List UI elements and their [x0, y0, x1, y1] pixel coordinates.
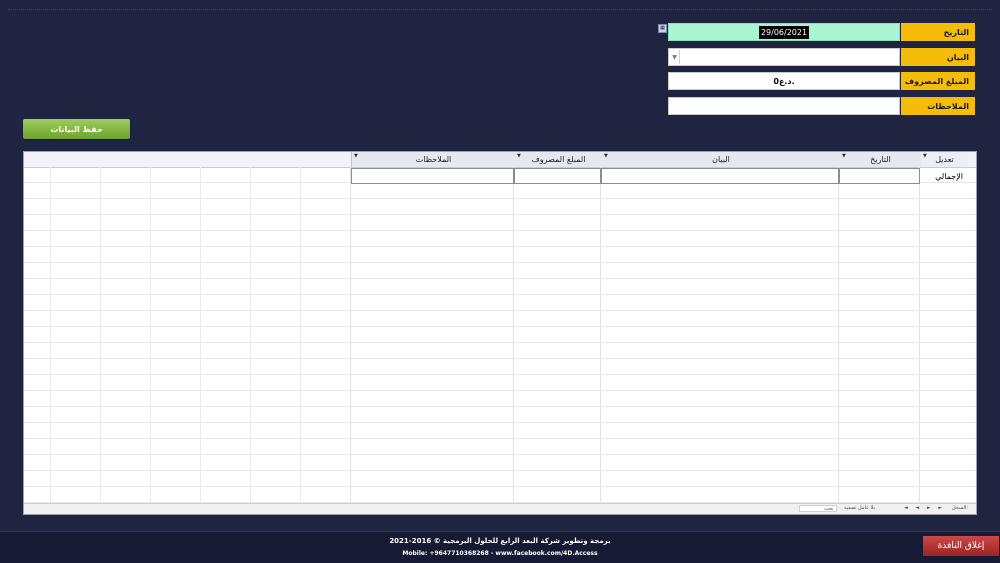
- notes-label: الملاحظات: [901, 97, 975, 115]
- amount-value: 0د.ع.: [773, 76, 795, 86]
- total-date-cell[interactable]: [839, 168, 920, 184]
- record-navigator: السجل: ◄ ◄ ► ► بلا عامل تصفية بحث: [24, 503, 976, 514]
- total-label: الإجمالي: [935, 171, 963, 181]
- expenses-table[interactable]: ▼ تعديل ▼ التاريخ ▼ البيان ▼ المبلغ المص…: [23, 151, 977, 515]
- total-amount-cell[interactable]: [514, 168, 601, 184]
- description-combobox[interactable]: ▼: [668, 48, 900, 66]
- calendar-icon[interactable]: ▦: [658, 24, 667, 33]
- column-header-description[interactable]: ▼ البيان: [601, 152, 840, 167]
- footer-credits: برمجة وتطوير شركة البعد الرابع للحلول ال…: [389, 537, 611, 545]
- sort-icon[interactable]: ▼: [354, 153, 358, 159]
- sort-icon[interactable]: ▼: [517, 153, 521, 159]
- amount-label: المبلغ المصروف: [901, 72, 975, 90]
- column-header-amount[interactable]: ▼ المبلغ المصروف: [514, 152, 602, 167]
- sort-icon[interactable]: ▼: [923, 153, 927, 159]
- save-data-button[interactable]: حفظ البيانات: [23, 119, 130, 139]
- date-field[interactable]: 29/06/2021: [668, 23, 900, 41]
- close-window-button[interactable]: إغلاق النافذة: [923, 536, 999, 556]
- record-label: السجل:: [952, 505, 969, 511]
- record-nav-buttons[interactable]: ◄ ◄ ► ►: [904, 505, 945, 511]
- date-label: التاريخ: [901, 23, 975, 41]
- chevron-down-icon[interactable]: ▼: [670, 50, 680, 64]
- column-header-date[interactable]: ▼ التاريخ: [839, 152, 921, 167]
- table-body: [24, 167, 976, 504]
- column-header-notes[interactable]: ▼ الملاحظات: [351, 152, 515, 167]
- footer: برمجة وتطوير شركة البعد الرابع للحلول ال…: [0, 531, 1000, 563]
- no-filter-indicator[interactable]: بلا عامل تصفية: [844, 505, 875, 511]
- search-input[interactable]: بحث: [799, 505, 837, 512]
- footer-contact: Mobile: +9647710368268 - www.facebook.co…: [402, 550, 598, 557]
- total-notes-cell[interactable]: [351, 168, 514, 184]
- description-label: البيان: [901, 48, 975, 66]
- sort-icon[interactable]: ▼: [604, 153, 608, 159]
- date-value: 29/06/2021: [758, 25, 810, 39]
- notes-field[interactable]: [668, 97, 900, 115]
- total-description-cell[interactable]: [601, 168, 839, 184]
- amount-field[interactable]: 0د.ع.: [668, 72, 900, 90]
- total-row: [24, 168, 976, 184]
- sort-icon[interactable]: ▼: [842, 153, 846, 159]
- top-divider: [8, 9, 992, 10]
- column-header-edit[interactable]: ▼ تعديل: [920, 152, 968, 167]
